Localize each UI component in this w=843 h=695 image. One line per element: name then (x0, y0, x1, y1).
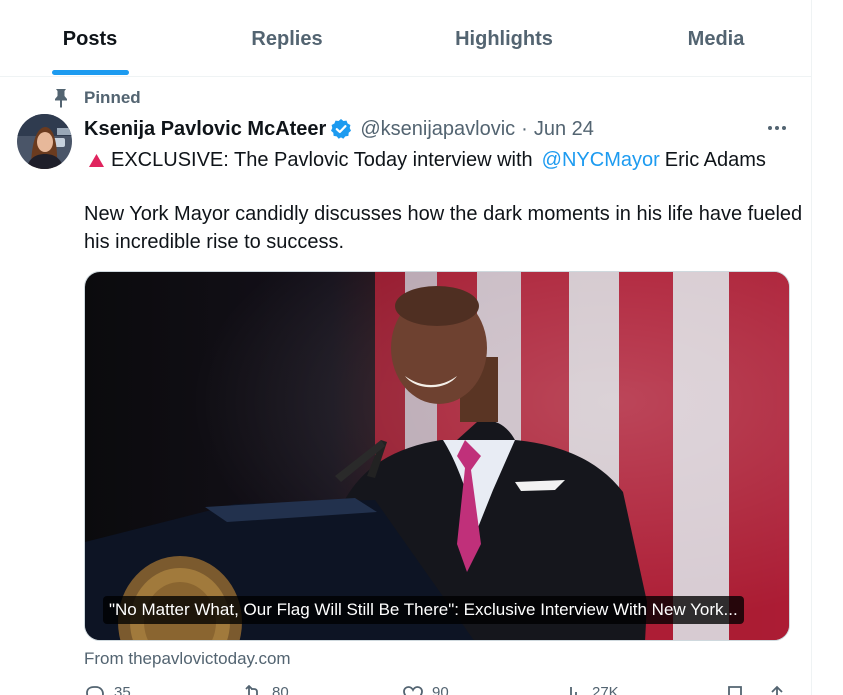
tab-posts[interactable]: Posts (0, 0, 181, 76)
post-date[interactable]: Jun 24 (534, 118, 594, 141)
separator-dot: · (521, 117, 528, 140)
views-button[interactable]: 27K (562, 684, 619, 695)
link-card[interactable]: "No Matter What, Our Flag Will Still Be … (84, 271, 790, 641)
like-icon (403, 686, 423, 695)
card-image (85, 272, 789, 640)
tab-replies-label: Replies (251, 28, 323, 50)
repost-icon (245, 685, 258, 695)
more-icon[interactable] (764, 118, 790, 138)
like-count: 90 (432, 684, 449, 695)
bookmark-button[interactable] (724, 684, 746, 695)
red-triangle-icon (89, 153, 104, 167)
repost-button[interactable]: 80 (242, 684, 289, 695)
mention-link[interactable]: @NYCMayor (542, 149, 660, 172)
post-actions: 35 80 90 27K (84, 684, 790, 695)
tab-posts-label: Posts (62, 28, 118, 50)
reply-icon (86, 686, 104, 695)
pin-icon (55, 89, 67, 108)
post-header: Ksenija Pavlovic McAteer @ksenijapavlovi… (84, 117, 594, 141)
card-source[interactable]: From thepavlovictoday.com (84, 649, 291, 669)
share-button[interactable] (766, 684, 788, 695)
post-body: New York Mayor candidly discusses how th… (84, 203, 803, 253)
post-headline: EXCLUSIVE: The Pavlovic Today interview … (88, 148, 766, 172)
avatar[interactable] (17, 114, 72, 169)
active-tab-indicator (52, 70, 129, 75)
pinned-label: Pinned (84, 88, 141, 107)
tab-highlights[interactable]: Highlights (391, 0, 617, 76)
avatar-photo (17, 114, 72, 169)
share-icon (771, 685, 783, 695)
verified-badge-icon[interactable] (330, 118, 352, 140)
reply-button[interactable]: 35 (84, 684, 131, 695)
tab-highlights-label: Highlights (455, 28, 553, 50)
tab-replies[interactable]: Replies (181, 0, 391, 76)
views-icon (570, 687, 577, 695)
like-button[interactable]: 90 (402, 684, 449, 695)
reply-count: 35 (114, 684, 131, 695)
tab-media-label: Media (687, 28, 745, 50)
bookmark-icon (728, 686, 742, 695)
author-name[interactable]: Ksenija Pavlovic McAteer (84, 118, 326, 141)
views-count: 27K (592, 684, 619, 695)
headline-text: EXCLUSIVE: The Pavlovic Today interview … (111, 148, 533, 171)
profile-tabs: Posts Replies Highlights Media (0, 0, 811, 77)
repost-count: 80 (272, 684, 289, 695)
tab-media[interactable]: Media (617, 0, 811, 76)
card-title: "No Matter What, Our Flag Will Still Be … (103, 596, 744, 624)
pinned-indicator: Pinned (52, 88, 141, 108)
column-border (811, 0, 812, 695)
author-handle[interactable]: @ksenijapavlovic (360, 118, 515, 141)
headline-suffix: Eric Adams (664, 148, 766, 171)
